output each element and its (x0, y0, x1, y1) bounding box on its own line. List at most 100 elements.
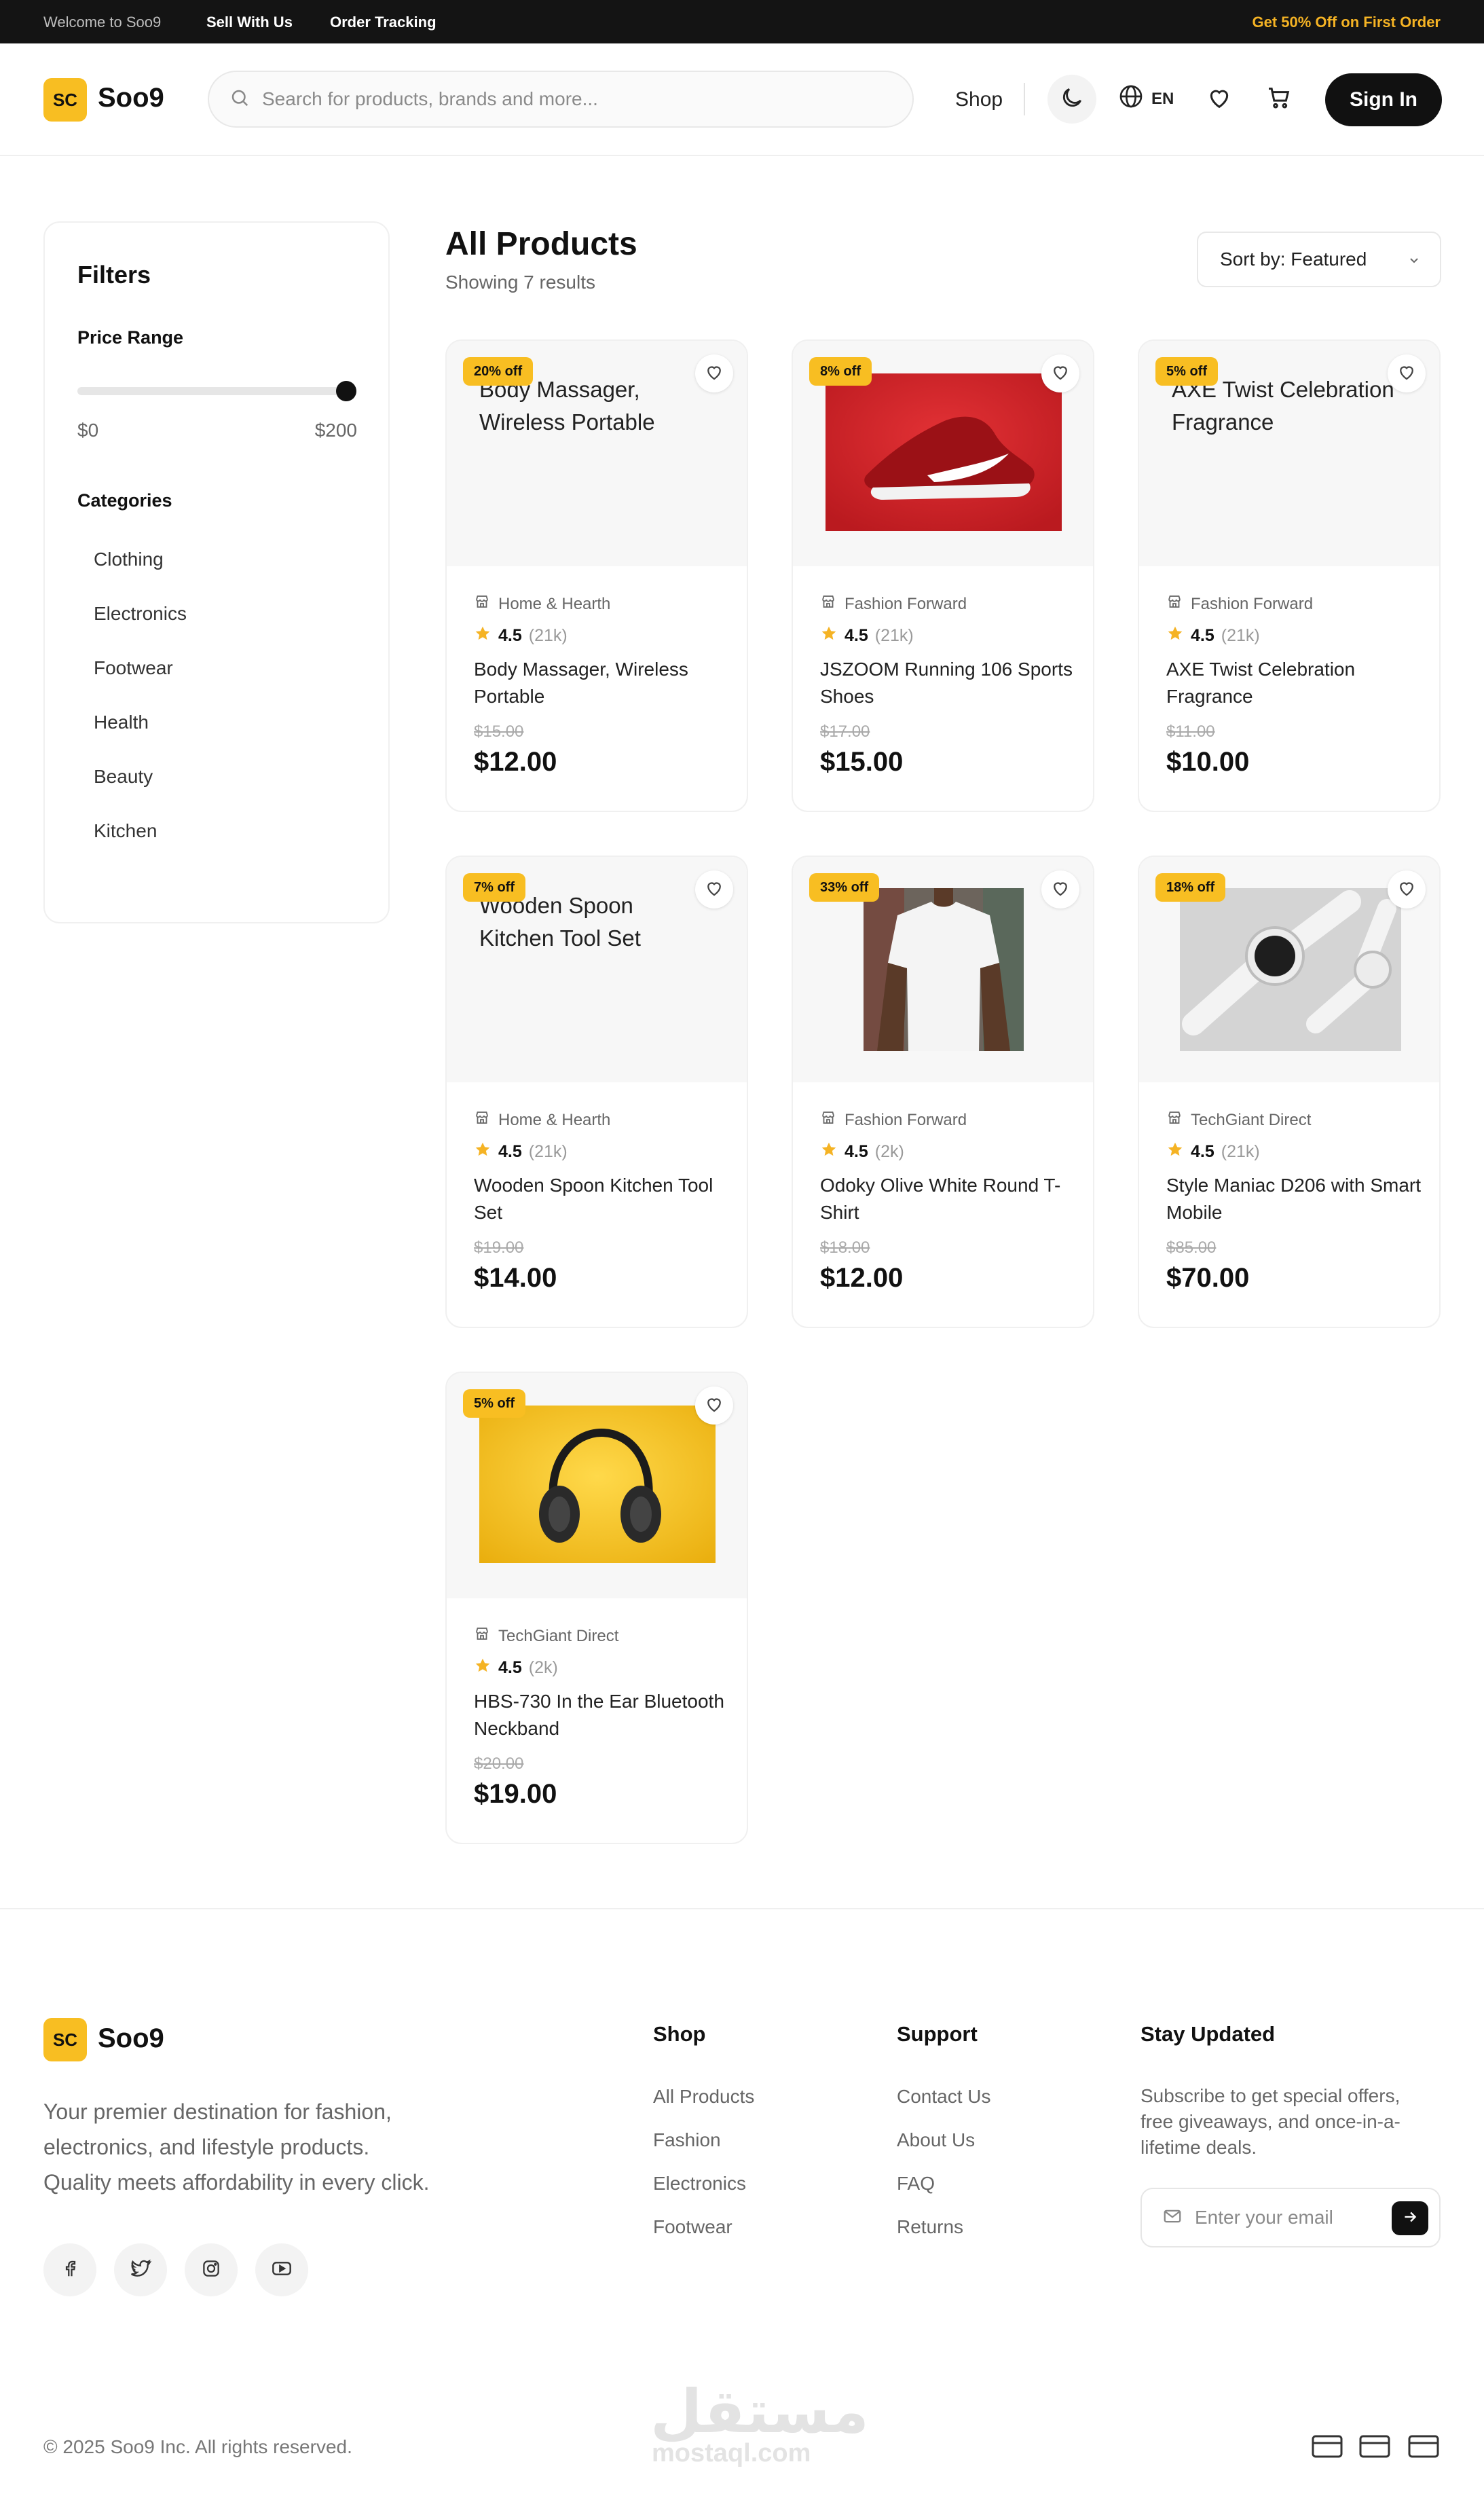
product-card[interactable]: 5% off TechGiant Direct 4.5 (2k) HBS-730 In … (445, 1372, 748, 1844)
product-rating: 4.5 (2k) (820, 1141, 904, 1163)
product-image-area[interactable]: 8% off (793, 341, 1093, 566)
category-clothing[interactable]: Clothing (94, 549, 164, 570)
footer-link-returns[interactable]: Returns (897, 2216, 963, 2238)
add-to-wishlist-button[interactable] (1388, 870, 1426, 908)
promo-text[interactable]: Get 50% Off on First Order (1253, 14, 1441, 31)
product-image[interactable] (864, 888, 1024, 1051)
footer-description-line: Your premier destination for fashion, (43, 2099, 392, 2124)
seller-info[interactable]: Home & Hearth (474, 593, 610, 614)
product-image[interactable] (1180, 888, 1401, 1051)
footer-divider (0, 1908, 1484, 1909)
product-name[interactable]: Body Massager, Wireless Portable (474, 656, 732, 710)
cart-icon (1265, 84, 1293, 115)
youtube-button[interactable] (255, 2243, 308, 2296)
category-health[interactable]: Health (94, 712, 149, 733)
order-tracking-link[interactable]: Order Tracking (330, 14, 437, 31)
product-name[interactable]: HBS-730 In the Ear Bluetooth Neckband (474, 1688, 732, 1742)
product-image-area[interactable]: Body Massager, Wireless Portable 20% off (447, 341, 747, 566)
search-input[interactable] (262, 88, 873, 110)
add-to-wishlist-button[interactable] (695, 870, 733, 908)
star-icon (474, 1657, 491, 1679)
product-image[interactable] (479, 1406, 716, 1563)
discount-badge: 7% off (463, 873, 525, 902)
footer-link-faq[interactable]: FAQ (897, 2173, 935, 2195)
discount-badge: 33% off (809, 873, 880, 902)
product-image[interactable] (826, 373, 1062, 531)
product-card[interactable]: Wooden Spoon Kitchen Tool Set 7% off Home … (445, 856, 748, 1328)
product-image-area[interactable]: Wooden Spoon Kitchen Tool Set 7% off (447, 857, 747, 1082)
rating-value: 4.5 (498, 1658, 522, 1677)
original-price: $20.00 (474, 1755, 524, 1773)
newsletter-email-input[interactable] (1195, 2207, 1378, 2228)
footer-link-contact-us[interactable]: Contact Us (897, 2086, 991, 2108)
product-name[interactable]: Odoky Olive White Round T-Shirt (820, 1172, 1078, 1226)
youtube-icon (271, 2258, 293, 2283)
seller-info[interactable]: Fashion Forward (820, 593, 967, 614)
discount-badge: 5% off (1155, 357, 1218, 386)
cart-button[interactable] (1263, 83, 1295, 115)
language-selector[interactable]: EN (1117, 83, 1174, 115)
footer-link-electronics[interactable]: Electronics (653, 2173, 746, 2195)
product-card[interactable]: AXE Twist Celebration Fragrance 5% off Fas… (1138, 339, 1441, 812)
star-icon (1166, 625, 1184, 647)
rating-count: (21k) (528, 1142, 568, 1161)
footer-link-footwear[interactable]: Footwear (653, 2216, 732, 2238)
price-slider-handle[interactable] (336, 381, 356, 401)
footer-logo-text[interactable]: Soo9 (98, 2023, 164, 2054)
product-name[interactable]: AXE Twist Celebration Fragrance (1166, 656, 1424, 710)
discount-badge: 8% off (809, 357, 872, 386)
wishlist-button[interactable] (1203, 83, 1236, 115)
product-image-area[interactable]: 33% off (793, 857, 1093, 1082)
facebook-button[interactable] (43, 2243, 96, 2296)
product-name[interactable]: Style Maniac D206 with Smart Mobile (1166, 1172, 1424, 1226)
seller-info[interactable]: TechGiant Direct (474, 1626, 618, 1647)
footer-link-fashion[interactable]: Fashion (653, 2129, 721, 2151)
logo-badge[interactable]: SC (43, 78, 87, 122)
rating-count: (21k) (528, 626, 568, 645)
instagram-button[interactable] (185, 2243, 238, 2296)
sell-with-us-link[interactable]: Sell With Us (206, 14, 293, 31)
nav-shop-link[interactable]: Shop (955, 88, 1003, 111)
category-beauty[interactable]: Beauty (94, 766, 153, 788)
twitter-button[interactable] (114, 2243, 167, 2296)
rating-value: 4.5 (1191, 626, 1214, 645)
product-name[interactable]: JSZOOM Running 106 Sports Shoes (820, 656, 1078, 710)
category-kitchen[interactable]: Kitchen (94, 820, 157, 842)
seller-info[interactable]: TechGiant Direct (1166, 1109, 1311, 1131)
product-image-area[interactable]: AXE Twist Celebration Fragrance 5% off (1139, 341, 1439, 566)
seller-info[interactable]: Fashion Forward (1166, 593, 1313, 614)
filters-title: Filters (77, 261, 151, 289)
mail-icon (1162, 2206, 1183, 2230)
add-to-wishlist-button[interactable] (695, 1387, 733, 1425)
add-to-wishlist-button[interactable] (1041, 870, 1079, 908)
footer-logo-badge[interactable]: SC (43, 2018, 87, 2061)
rating-value: 4.5 (845, 626, 868, 645)
newsletter-description-line: free giveaways, and once-in-a- (1140, 2111, 1400, 2132)
seller-info[interactable]: Fashion Forward (820, 1109, 967, 1131)
logo-text[interactable]: Soo9 (98, 83, 164, 113)
product-card[interactable]: 18% off TechGiant Direct 4.5 (21k) Style Man… (1138, 856, 1441, 1328)
add-to-wishlist-button[interactable] (1041, 354, 1079, 392)
product-name[interactable]: Wooden Spoon Kitchen Tool Set (474, 1172, 732, 1226)
heart-icon (1050, 362, 1071, 386)
footer-link-all-products[interactable]: All Products (653, 2086, 754, 2108)
product-rating: 4.5 (21k) (474, 1141, 568, 1163)
price-slider-track[interactable] (77, 387, 346, 395)
product-card[interactable]: Body Massager, Wireless Portable 20% off H… (445, 339, 748, 812)
sort-dropdown[interactable]: Sort by: Featured (1197, 232, 1441, 287)
product-card[interactable]: 33% off Fashion Forward 4.5 (2k) Odoky Olive… (792, 856, 1094, 1328)
newsletter-submit-button[interactable] (1392, 2201, 1428, 2235)
category-electronics[interactable]: Electronics (94, 603, 187, 625)
product-image-area[interactable]: 5% off (447, 1373, 747, 1598)
category-footwear[interactable]: Footwear (94, 657, 173, 679)
theme-toggle-button[interactable] (1047, 75, 1096, 124)
seller-info[interactable]: Home & Hearth (474, 1109, 610, 1131)
product-image-area[interactable]: 18% off (1139, 857, 1439, 1082)
add-to-wishlist-button[interactable] (695, 354, 733, 392)
search-bar[interactable] (208, 71, 914, 128)
product-card[interactable]: 8% off Fashion Forward 4.5 (21k) JSZOOM Runn… (792, 339, 1094, 812)
sign-in-button[interactable]: Sign In (1325, 73, 1442, 126)
newsletter-description-line: Subscribe to get special offers, (1140, 2085, 1400, 2106)
add-to-wishlist-button[interactable] (1388, 354, 1426, 392)
footer-link-about-us[interactable]: About Us (897, 2129, 975, 2151)
